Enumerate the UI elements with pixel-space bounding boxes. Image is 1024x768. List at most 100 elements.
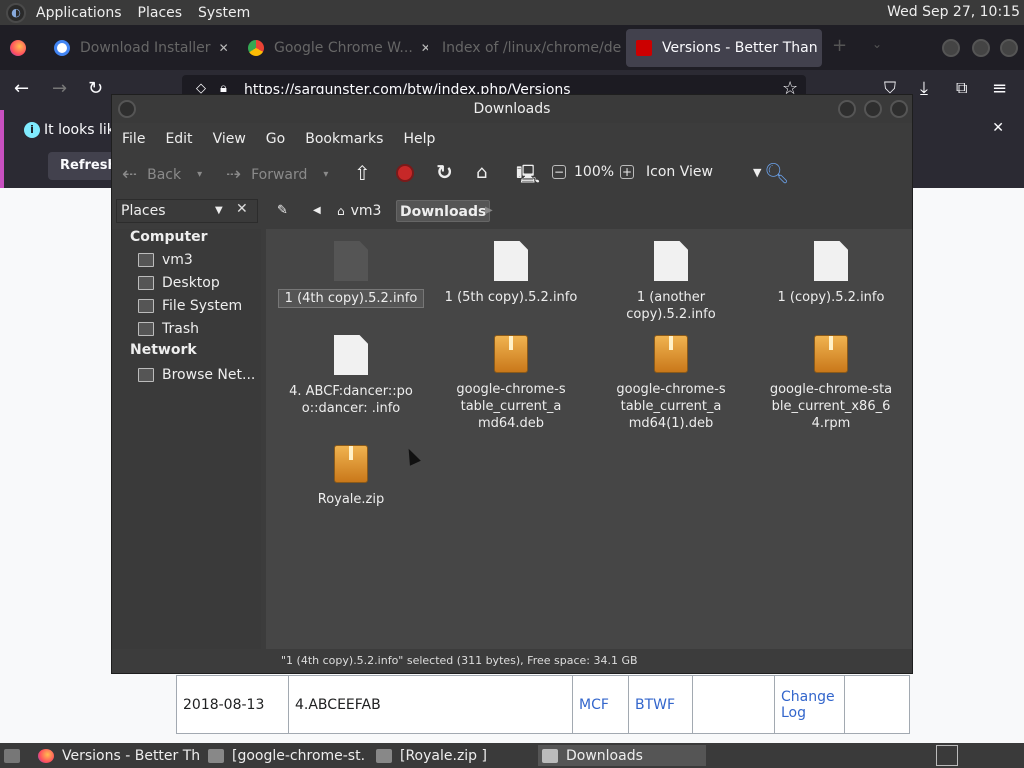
- chevron-right-icon[interactable]: ▶: [482, 200, 496, 222]
- view-mode-label: Icon View: [646, 164, 713, 180]
- text-file-icon: [814, 241, 848, 281]
- chevron-left-icon[interactable]: ◀: [310, 200, 324, 222]
- tab-google-chrome[interactable]: Google Chrome W... ✕: [238, 29, 428, 67]
- maximize-icon[interactable]: [864, 100, 882, 118]
- menu-view[interactable]: View: [203, 131, 256, 147]
- show-desktop-button[interactable]: [0, 745, 26, 766]
- file-item[interactable]: google-chrome-stable_current_x86_64.rpm: [756, 335, 906, 432]
- search-icon[interactable]: 🔍︎: [764, 161, 789, 185]
- text-file-icon: [334, 335, 368, 375]
- file-name: Royale.zip: [317, 492, 385, 507]
- file-item[interactable]: google-chrome-stable_current_amd64.deb: [436, 335, 586, 432]
- file-item[interactable]: google-chrome-stable_current_amd64(1).de…: [596, 335, 746, 432]
- places-menu[interactable]: Places: [130, 5, 191, 21]
- menu-file[interactable]: File: [112, 131, 155, 147]
- mcf-link[interactable]: MCF: [579, 697, 609, 713]
- taskbar-item-downloads[interactable]: Downloads: [538, 745, 706, 766]
- tab-versions[interactable]: Versions - Better Than: [626, 29, 822, 67]
- file-name: 1 (copy).5.2.info: [777, 290, 885, 305]
- tab-list-icon[interactable]: ⌄: [872, 37, 882, 51]
- tab-index-linux-chrome[interactable]: Index of /linux/chrome/deb...: [432, 29, 622, 67]
- close-window-icon[interactable]: [1000, 39, 1018, 57]
- package-icon: [654, 335, 688, 373]
- close-icon[interactable]: ✕: [219, 41, 229, 55]
- computer-icon[interactable]: 🖳︎: [516, 162, 540, 192]
- view-mode-select[interactable]: Icon View ▼: [646, 164, 761, 180]
- file-item[interactable]: 1 (another copy).5.2.info: [596, 241, 746, 323]
- sidebar-item-trash[interactable]: Trash: [138, 319, 199, 339]
- forward-button[interactable]: ⇢ Forward ▾: [226, 164, 328, 185]
- applications-menu[interactable]: Applications: [28, 5, 130, 21]
- taskbar-item-royale-zip[interactable]: [Royale.zip ]: [372, 745, 532, 766]
- menu-help[interactable]: Help: [393, 131, 445, 147]
- file-item[interactable]: 1 (4th copy).5.2.info: [276, 241, 426, 308]
- close-icon[interactable]: ✕: [421, 41, 428, 55]
- file-item[interactable]: Royale.zip: [276, 445, 426, 508]
- sidebar-item-file-system[interactable]: File System: [138, 296, 242, 316]
- sidebar-item-desktop[interactable]: Desktop: [138, 273, 220, 293]
- reload-icon[interactable]: ↻: [436, 160, 453, 184]
- window-titlebar[interactable]: Downloads: [112, 95, 912, 123]
- dropdown-arrow-icon[interactable]: ▾: [197, 169, 202, 180]
- versions-table: 2018-08-13 4.ABCEEFAB MCF BTWF Change Lo…: [176, 675, 910, 734]
- btwf-link[interactable]: BTWF: [635, 697, 675, 713]
- back-arrow-icon: ⇠: [122, 164, 138, 185]
- reload-icon[interactable]: ↻: [88, 78, 103, 99]
- sidebar-item-browse-network[interactable]: Browse Net...: [138, 365, 255, 385]
- file-item[interactable]: 4. ABCF:dancer::poo::dancer: .info: [276, 335, 426, 417]
- package-icon: [814, 335, 848, 373]
- close-icon[interactable]: ✕: [236, 201, 248, 217]
- breadcrumb-vm3[interactable]: ⌂ vm3: [334, 200, 384, 222]
- firefox-menu-icon[interactable]: [6, 29, 36, 67]
- back-button[interactable]: ⇠ Back ▾: [122, 164, 202, 185]
- dropdown-arrow-icon[interactable]: ▾: [323, 169, 328, 180]
- zoom-in-icon[interactable]: +: [620, 165, 634, 179]
- breadcrumb-downloads[interactable]: Downloads: [396, 200, 491, 222]
- stop-button[interactable]: [396, 164, 414, 182]
- new-tab-icon[interactable]: +: [832, 35, 847, 56]
- file-item[interactable]: 1 (copy).5.2.info: [756, 241, 906, 306]
- taskbar-item-firefox[interactable]: Versions - Better Th...: [34, 745, 200, 766]
- file-item[interactable]: 1 (5th copy).5.2.info: [436, 241, 586, 306]
- menu-bar: File Edit View Go Bookmarks Help: [112, 123, 912, 155]
- extensions-icon[interactable]: ⧉: [956, 78, 967, 98]
- sidebar-item-vm3[interactable]: vm3: [138, 250, 193, 270]
- text-file-icon: [334, 241, 368, 281]
- close-window-icon[interactable]: [890, 100, 908, 118]
- network-icon: [138, 368, 154, 382]
- menu-go[interactable]: Go: [256, 131, 295, 147]
- sidebar-heading-network: Network: [130, 342, 197, 358]
- close-icon[interactable]: ✕: [992, 120, 1004, 136]
- minimize-icon[interactable]: [838, 100, 856, 118]
- minimize-icon[interactable]: [942, 39, 960, 57]
- maximize-icon[interactable]: [972, 39, 990, 57]
- home-folder-icon[interactable]: ⌂: [476, 162, 487, 183]
- tab-label: Versions - Better Than: [662, 40, 818, 56]
- system-menu[interactable]: System: [190, 5, 258, 21]
- taskbar-item-chrome-deb[interactable]: [google-chrome-st...: [204, 745, 366, 766]
- window-menu-icon[interactable]: [118, 100, 136, 118]
- chevron-down-icon: ▼: [752, 165, 762, 179]
- clock[interactable]: Wed Sep 27, 10:15: [887, 4, 1020, 20]
- menu-bookmarks[interactable]: Bookmarks: [295, 131, 393, 147]
- up-arrow-icon[interactable]: ⇧: [354, 161, 371, 185]
- menu-edit[interactable]: Edit: [155, 131, 202, 147]
- back-arrow-icon[interactable]: ←: [14, 78, 29, 99]
- zoom-out-icon[interactable]: −: [552, 165, 566, 179]
- file-name: 4. ABCF:dancer::poo::dancer: .info: [289, 384, 413, 416]
- distro-logo-icon[interactable]: ◐: [6, 2, 26, 23]
- forward-arrow-icon[interactable]: →: [52, 78, 67, 99]
- edit-location-icon[interactable]: ✎: [274, 200, 291, 222]
- bottom-taskbar: Versions - Better Th... [google-chrome-s…: [0, 743, 1024, 768]
- file-icon-view[interactable]: 1 (4th copy).5.2.info 1 (5th copy).5.2.i…: [266, 229, 912, 649]
- file-name: google-chrome-stable_current_x86_64.rpm: [769, 382, 893, 431]
- sidebar-heading-computer: Computer: [130, 229, 208, 245]
- change-log-link[interactable]: Change Log: [781, 689, 835, 721]
- workspace-switcher[interactable]: [936, 745, 958, 766]
- top-panel: ◐ Applications Places System Wed Sep 27,…: [0, 0, 1024, 25]
- hamburger-menu-icon[interactable]: ≡: [992, 78, 1007, 99]
- date-cell: 2018-08-13: [176, 675, 289, 734]
- tab-label: Google Chrome W...: [274, 40, 413, 56]
- tab-download-installer[interactable]: Download Installer ✕: [44, 29, 234, 67]
- downloads-icon[interactable]: ⤓: [920, 78, 928, 99]
